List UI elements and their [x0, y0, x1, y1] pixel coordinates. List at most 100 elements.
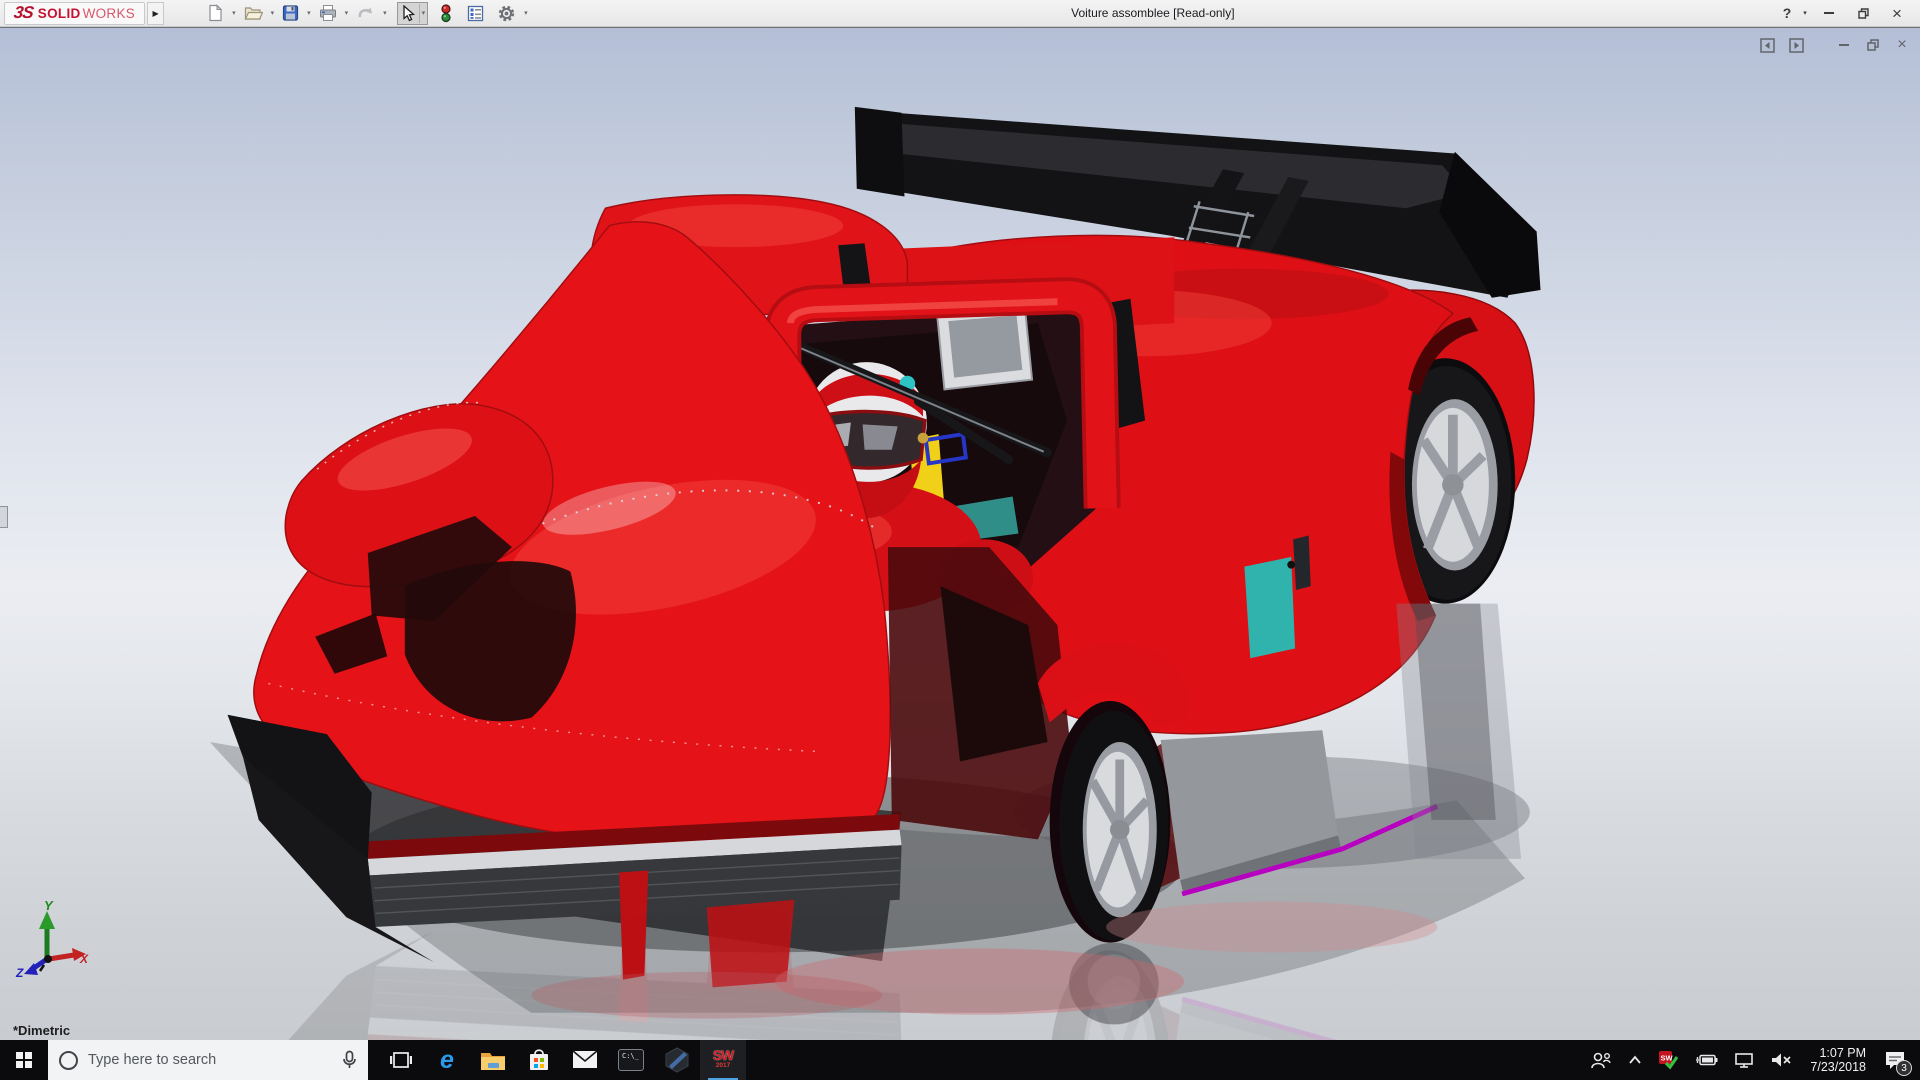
- triad-x-label: X: [79, 952, 89, 966]
- edge-icon: e: [440, 1046, 454, 1075]
- store-button[interactable]: [516, 1040, 562, 1080]
- triad-z-label: Z: [15, 966, 24, 977]
- solidworks-app-button[interactable]: SW 2017: [700, 1040, 746, 1080]
- help-caret[interactable]: ▾: [1798, 1, 1812, 26]
- volume-muted-icon: [1770, 1052, 1792, 1068]
- battery-icon: [1694, 1053, 1718, 1067]
- print-icon: [319, 4, 337, 22]
- people-icon: [1590, 1051, 1612, 1069]
- taskbar-clock[interactable]: 1:07 PM 7/23/2018: [1802, 1046, 1874, 1074]
- network-icon: [1734, 1052, 1754, 1068]
- save-button[interactable]: [279, 2, 302, 25]
- volume-tray[interactable]: [1764, 1040, 1798, 1080]
- new-document-icon: [207, 4, 224, 22]
- titlebar: 3S SOLIDWORKS ▶ ▾ ▾ ▾ ▾ ▾: [0, 0, 1920, 27]
- open-folder-icon: [244, 4, 263, 22]
- composer-app-button[interactable]: [654, 1040, 700, 1080]
- options-button[interactable]: [494, 2, 519, 25]
- undo-button[interactable]: [353, 2, 378, 25]
- select-tool-group: ▾: [397, 2, 429, 25]
- task-view-icon: [389, 1049, 413, 1071]
- minimize-icon: [1824, 12, 1834, 14]
- restore-icon: [1857, 7, 1870, 20]
- file-properties-icon: [467, 5, 484, 22]
- close-button[interactable]: ×: [1880, 1, 1914, 26]
- action-center-button[interactable]: 3: [1878, 1040, 1916, 1080]
- solidworks-monitor-tray[interactable]: SW: [1652, 1040, 1684, 1080]
- tray-chevron-button[interactable]: [1622, 1040, 1648, 1080]
- doc-minimize-button[interactable]: [1836, 37, 1852, 53]
- options-gear-icon: [497, 4, 516, 23]
- taskbar-search[interactable]: [48, 1040, 368, 1080]
- view-orientation-label: *Dimetric: [13, 1023, 70, 1038]
- chevron-up-icon: [1628, 1055, 1642, 1065]
- options-caret[interactable]: ▾: [522, 2, 530, 25]
- collapse-left-icon: [1760, 38, 1775, 53]
- file-explorer-button[interactable]: [470, 1040, 516, 1080]
- sw-check-icon: SW: [1658, 1050, 1678, 1070]
- collapse-right-pane-button[interactable]: [1788, 37, 1804, 53]
- microphone-icon[interactable]: [342, 1050, 357, 1070]
- document-window-controls: ×: [1759, 37, 1910, 53]
- save-floppy-icon: [282, 4, 299, 22]
- open-caret[interactable]: ▾: [269, 2, 277, 25]
- undo-caret[interactable]: ▾: [381, 2, 389, 25]
- select-tool-caret[interactable]: ▾: [420, 3, 428, 24]
- notification-badge: 3: [1896, 1060, 1912, 1076]
- graphics-viewport[interactable]: × Y X Z *Dimetric: [0, 27, 1920, 1040]
- rebuild-button[interactable]: [437, 2, 455, 25]
- battery-tray[interactable]: [1688, 1040, 1724, 1080]
- system-tray: SW 1:07 PM 7/23/2018 3: [1584, 1040, 1920, 1080]
- store-icon: [527, 1048, 551, 1072]
- viewport-canvas[interactable]: [0, 28, 1920, 1041]
- window-controls: ? ▾ ×: [1776, 1, 1914, 26]
- undo-icon: [356, 4, 375, 22]
- solidworks-window: 3S SOLIDWORKS ▶ ▾ ▾ ▾ ▾ ▾: [0, 0, 1920, 1080]
- hexagon-app-icon: [664, 1047, 690, 1073]
- reference-triad: Y X Z: [14, 897, 92, 982]
- windows-logo-icon: [16, 1052, 32, 1068]
- minimize-icon: [1839, 44, 1849, 46]
- svg-text:SW: SW: [1661, 1054, 1674, 1063]
- solidworks-logo[interactable]: 3S SOLIDWORKS: [4, 2, 145, 25]
- print-button[interactable]: [316, 2, 340, 25]
- people-button[interactable]: [1584, 1040, 1618, 1080]
- save-caret[interactable]: ▾: [305, 2, 313, 25]
- mail-button[interactable]: [562, 1040, 608, 1080]
- restore-icon: [1866, 38, 1880, 52]
- edge-button[interactable]: e: [424, 1040, 470, 1080]
- restore-button[interactable]: [1846, 1, 1880, 26]
- doc-restore-button[interactable]: [1865, 37, 1881, 53]
- help-button[interactable]: ?: [1776, 1, 1798, 26]
- select-tool-button[interactable]: [398, 3, 419, 24]
- side-window-teal[interactable]: [1244, 557, 1295, 658]
- featuremanager-collapsed-tab[interactable]: [0, 506, 8, 528]
- new-document-caret[interactable]: ▾: [230, 2, 238, 25]
- select-cursor-icon: [401, 5, 416, 22]
- menu-expand-button[interactable]: ▶: [147, 2, 164, 25]
- print-caret[interactable]: ▾: [343, 2, 351, 25]
- command-prompt-button[interactable]: C:\_: [608, 1040, 654, 1080]
- doc-close-button[interactable]: ×: [1894, 37, 1910, 53]
- search-input[interactable]: [88, 1052, 332, 1068]
- open-button[interactable]: [241, 2, 266, 25]
- command-prompt-icon: C:\_: [618, 1049, 644, 1071]
- new-document-button[interactable]: [204, 2, 227, 25]
- collapse-left-pane-button[interactable]: [1759, 37, 1775, 53]
- quick-access-toolbar: ▾ ▾ ▾ ▾ ▾ ▾: [204, 2, 530, 25]
- network-tray[interactable]: [1728, 1040, 1760, 1080]
- front-wheel[interactable]: [1050, 701, 1171, 943]
- task-view-button[interactable]: [378, 1040, 424, 1080]
- window-title: Voiture assomblee [Read-only]: [530, 6, 1776, 20]
- triad-y-label: Y: [44, 898, 54, 913]
- clock-date: 7/23/2018: [1810, 1060, 1866, 1074]
- solidworks-app-icon: SW 2017: [713, 1050, 734, 1071]
- rebuild-traffic-light-icon: [440, 4, 452, 23]
- file-properties-button[interactable]: [464, 2, 487, 25]
- collapse-right-icon: [1789, 38, 1804, 53]
- start-button[interactable]: [0, 1040, 48, 1080]
- minimize-button[interactable]: [1812, 1, 1846, 26]
- clock-time: 1:07 PM: [1810, 1046, 1866, 1060]
- file-explorer-icon: [480, 1049, 506, 1071]
- taskbar-apps: e C:\_ SW 2017: [378, 1040, 746, 1080]
